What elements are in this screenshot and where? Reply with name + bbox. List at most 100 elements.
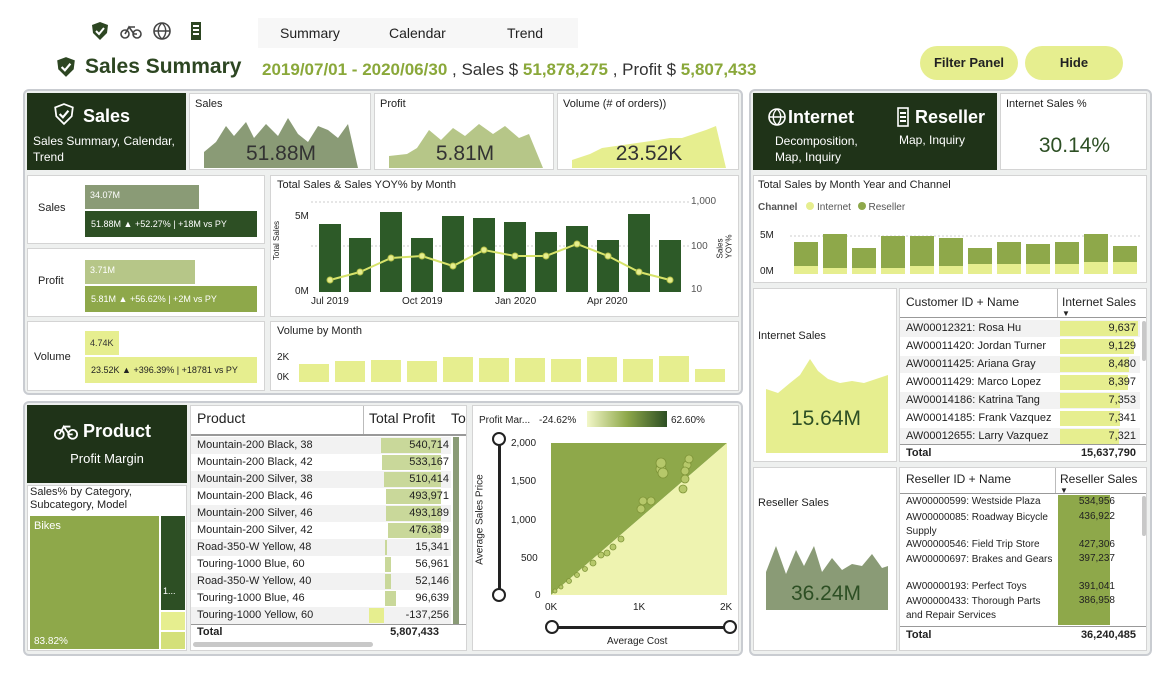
x-slider-handle[interactable]: [723, 620, 737, 634]
table-row[interactable]: Mountain-200 Black, 46 493,971: [191, 488, 451, 505]
shield-icon[interactable]: [90, 21, 110, 41]
tab-summary[interactable]: Summary: [280, 25, 340, 41]
legend-internet[interactable]: Internet: [817, 202, 851, 213]
horizontal-scrollbar[interactable]: [193, 642, 373, 647]
scatter-point: [636, 504, 646, 514]
globe-icon[interactable]: [152, 21, 172, 41]
row-value: 8,397: [1108, 376, 1136, 388]
vertical-scrollbar[interactable]: [1142, 321, 1146, 361]
bike-icon[interactable]: [120, 22, 142, 40]
profit-col-header[interactable]: Total Profit: [369, 410, 435, 426]
scatter-legend-min: -24.62%: [539, 415, 577, 426]
table-row[interactable]: Road-350-W Yellow, 48 15,341: [191, 539, 451, 556]
y-slider-handle[interactable]: [492, 432, 506, 446]
table-row[interactable]: Touring-1000 Blue, 46 96,639: [191, 590, 451, 607]
table-row[interactable]: AW00000546: Field Trip Store 427,306: [900, 538, 1115, 552]
legend-reseller[interactable]: Reseller: [869, 202, 906, 213]
row-value: 540,714: [409, 439, 449, 451]
sales-nav-tile[interactable]: Sales Sales Summary, Calendar, Trend: [27, 93, 186, 170]
yoy-point: [604, 252, 612, 260]
row-value: 510,414: [409, 473, 449, 485]
scatter-ytick: 1,500: [511, 476, 537, 487]
reseller-bar: [794, 242, 818, 266]
kpi-row-label: Sales: [38, 202, 66, 214]
cy-bar: 23.52K ▲ +396.39% | +18781 vs PY: [85, 357, 257, 383]
internet-sales-label: Internet Sales: [758, 330, 826, 342]
customer-rows: AW00012321: Rosa Hu 9,637 AW00011420: Jor…: [900, 320, 1140, 445]
reseller-bar: [910, 236, 934, 266]
profit-databar: [385, 574, 391, 589]
legend-reseller-swatch: [857, 202, 866, 210]
tab-trend[interactable]: Trend: [507, 25, 543, 41]
internet-bar: [968, 264, 992, 274]
reseller-col-header[interactable]: Reseller ID + Name: [906, 472, 1011, 486]
table-row[interactable]: Mountain-200 Silver, 42 476,389: [191, 522, 451, 539]
building-icon[interactable]: [188, 21, 204, 41]
table-row[interactable]: AW00014186: Katrina Tang 7,353: [900, 392, 1140, 409]
treemap-model-block[interactable]: 1...: [161, 516, 185, 610]
row-label: Mountain-200 Silver, 46: [197, 507, 313, 519]
internet-sales-card: Internet Sales 15.64M: [753, 288, 897, 462]
customer-col-header[interactable]: Customer ID + Name: [906, 295, 1019, 309]
table-row[interactable]: AW00000193: Perfect Toys 391,041: [900, 580, 1115, 594]
chart-bar: [349, 238, 371, 292]
table-row[interactable]: AW00011429: Marco Lopez 8,397: [900, 374, 1140, 391]
building-icon: [897, 107, 909, 127]
treemap-bikes[interactable]: Bikes 83.82%: [30, 516, 159, 649]
table-row[interactable]: AW00000599: Westside Plaza 534,956: [900, 495, 1115, 510]
internet-sales-col-header[interactable]: Internet Sales: [1062, 295, 1136, 309]
table-row[interactable]: Mountain-200 Silver, 46 493,189: [191, 505, 451, 522]
scatter-xtick: 1K: [633, 602, 646, 613]
internet-bar: [910, 266, 934, 274]
internet-nav[interactable]: Internet Decomposition, Map, Inquiry: [753, 93, 875, 170]
row-value: 15,341: [415, 541, 449, 553]
row-value: 436,922: [1078, 511, 1115, 522]
header-summary: 2019/07/01 - 2020/06/30 , Sales $ 51,878…: [262, 60, 756, 80]
internet-bar: [939, 266, 963, 274]
table-row[interactable]: AW00000433: Thorough Parts and Repair Se…: [900, 594, 1115, 624]
treemap-block[interactable]: [161, 612, 185, 630]
reseller-nav[interactable]: Reseller Map, Inquiry: [875, 93, 997, 170]
total-row: Total 15,637,790: [900, 444, 1146, 461]
tab-calendar[interactable]: Calendar: [389, 25, 446, 41]
x-slider-handle[interactable]: [545, 620, 559, 634]
treemap-block[interactable]: [161, 632, 185, 649]
table-row[interactable]: Mountain-200 Silver, 38 510,414: [191, 471, 451, 488]
product-col-header[interactable]: Product: [197, 410, 245, 426]
row-label: Touring-1000 Yellow, 60: [197, 609, 314, 621]
filter-panel-button[interactable]: Filter Panel: [920, 46, 1018, 80]
vertical-scrollbar[interactable]: [1142, 496, 1146, 536]
internet-pct-card: Internet Sales % 30.14%: [1000, 93, 1147, 170]
table-row[interactable]: AW00014185: Frank Vazquez 7,341: [900, 410, 1140, 427]
x-slider-track[interactable]: [557, 626, 731, 629]
y-slider-track[interactable]: [498, 442, 501, 592]
internet-bar: [997, 264, 1021, 274]
delta-text: ▲ +396.39% | +18781 vs PY: [122, 365, 238, 375]
y-slider-handle[interactable]: [492, 588, 506, 602]
scatter-point: [603, 549, 611, 557]
table-row[interactable]: AW00011425: Ariana Gray 8,480: [900, 356, 1140, 373]
table-row[interactable]: Road-350-W Yellow, 40 52,146: [191, 573, 451, 590]
third-col-header[interactable]: To: [451, 410, 466, 426]
chart-bar: [587, 357, 617, 382]
header-divider: [1055, 468, 1056, 493]
header-underline: [900, 317, 1146, 318]
table-row[interactable]: Touring-1000 Yellow, 60 -137,256: [191, 607, 451, 624]
row-value: 96,639: [415, 592, 449, 604]
table-row[interactable]: AW00012321: Rosa Hu 9,637: [900, 320, 1140, 337]
chart-bar: [407, 361, 437, 382]
table-row[interactable]: Mountain-200 Black, 42 533,167: [191, 454, 451, 471]
sales-nav-title: Sales: [83, 106, 131, 126]
volume-ytick: 2K: [277, 352, 290, 363]
product-nav-tile[interactable]: Product Profit Margin: [27, 405, 187, 483]
table-row[interactable]: AW00011420: Jordan Turner 9,129: [900, 338, 1140, 355]
table-row[interactable]: AW00012655: Larry Vazquez 7,321: [900, 428, 1140, 445]
table-row[interactable]: Mountain-200 Black, 38 540,714: [191, 437, 451, 454]
row-value: 533,167: [409, 456, 449, 468]
table-row[interactable]: AW00000085: Roadway Bicycle Supply 436,92…: [900, 510, 1115, 538]
table-row[interactable]: AW00000697: Brakes and Gears 397,237: [900, 552, 1115, 580]
header-divider: [363, 406, 364, 434]
table-row[interactable]: Touring-1000 Blue, 60 56,961: [191, 556, 451, 573]
hide-button[interactable]: Hide: [1025, 46, 1123, 80]
reseller-sales-col-header[interactable]: Reseller Sales: [1060, 472, 1137, 486]
